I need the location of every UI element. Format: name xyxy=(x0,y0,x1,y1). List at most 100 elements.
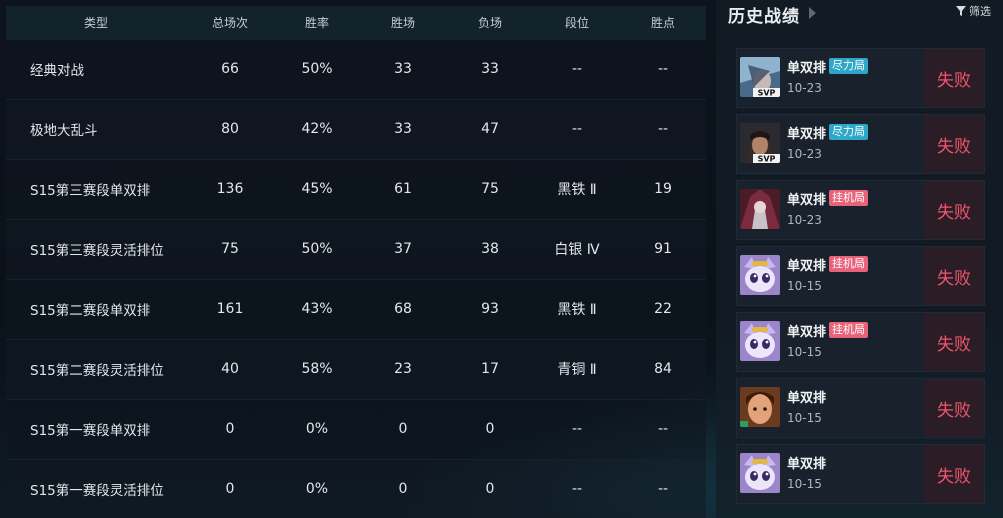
header-losses: 负场 xyxy=(477,15,502,30)
chevron-right-icon[interactable] xyxy=(809,7,816,19)
cell-type: S15第一赛段灵活排位 xyxy=(30,483,164,500)
cell-rank: -- xyxy=(571,481,583,498)
cell-wins: 0 xyxy=(398,481,408,498)
cell-total: 0 xyxy=(225,421,235,437)
cell-lp: 91 xyxy=(654,241,672,257)
header-rank: 段位 xyxy=(564,15,589,30)
match-history-panel: 历史战绩 筛选 SVP 单双排 尽力局 10-23 失败 SVP 单双排 尽力局 10-23 失… xyxy=(716,0,1003,518)
filter-button[interactable]: 筛选 xyxy=(956,3,991,19)
match-card[interactable]: 单双排 挂机局 10-15 失败 xyxy=(736,312,985,372)
match-card[interactable]: 单双排 挂机局 10-15 失败 xyxy=(736,246,985,306)
match-card[interactable]: 单双排 10-15 失败 xyxy=(736,378,985,438)
cell-lp: -- xyxy=(657,421,669,437)
champion-avatar xyxy=(740,255,780,295)
match-date: 10-15 xyxy=(787,477,822,491)
cell-rank: -- xyxy=(571,121,583,137)
cell-losses: 0 xyxy=(485,421,495,437)
cell-total: 75 xyxy=(221,241,239,257)
cell-losses: 0 xyxy=(485,481,495,498)
table-row: S15第一赛段灵活排位 0 0% 0 0 -- -- xyxy=(6,459,706,518)
cell-wins: 0 xyxy=(398,421,408,437)
cell-winrate: 43% xyxy=(301,301,333,317)
cell-wins: 61 xyxy=(394,181,412,197)
champion-avatar xyxy=(740,189,780,229)
cell-lp: 19 xyxy=(654,181,672,197)
cell-losses: 17 xyxy=(481,361,499,377)
cell-lp: -- xyxy=(657,61,669,77)
match-history-title: 历史战绩 xyxy=(728,7,800,27)
table-row: S15第二赛段单双排 161 43% 68 93 黑铁 Ⅱ 22 xyxy=(6,279,706,339)
cell-wins: 33 xyxy=(394,61,412,77)
cell-rank: -- xyxy=(571,61,583,77)
match-date: 10-23 xyxy=(787,81,822,95)
career-stats-page: 类型 总场次 胜率 胜场 负场 段位 胜点 经典对战 66 50% 33 33 -- -- 极… xyxy=(0,0,1003,518)
table-row: 极地大乱斗 80 42% 33 47 -- -- xyxy=(6,99,706,159)
cell-total: 66 xyxy=(221,61,239,77)
champion-avatar xyxy=(740,321,780,361)
match-mode: 单双排 xyxy=(787,127,827,142)
match-mode: 单双排 xyxy=(787,193,827,208)
svg-text:SVP: SVP xyxy=(758,89,776,98)
match-date: 10-15 xyxy=(787,411,822,425)
cell-wins: 68 xyxy=(394,301,412,317)
cell-type: S15第一赛段单双排 xyxy=(30,423,151,439)
cell-winrate: 50% xyxy=(301,61,333,77)
champion-avatar: SVP xyxy=(740,123,780,163)
header-total: 总场次 xyxy=(211,15,248,30)
cell-winrate: 0% xyxy=(305,481,329,498)
cell-total: 40 xyxy=(221,361,239,377)
match-result: 失败 xyxy=(924,313,984,371)
cell-losses: 38 xyxy=(481,241,499,257)
match-date: 10-15 xyxy=(787,279,822,293)
match-date: 10-23 xyxy=(787,213,822,227)
cell-winrate: 50% xyxy=(301,241,333,257)
filter-icon xyxy=(956,6,966,16)
match-result: 失败 xyxy=(924,49,984,107)
cell-type: S15第三赛段灵活排位 xyxy=(30,243,164,259)
table-row: 经典对战 66 50% 33 33 -- -- xyxy=(6,39,706,99)
cell-losses: 47 xyxy=(481,121,499,137)
cell-total: 161 xyxy=(216,301,244,317)
match-result: 失败 xyxy=(924,181,984,239)
cell-winrate: 45% xyxy=(301,181,333,197)
match-card[interactable]: SVP 单双排 尽力局 10-23 失败 xyxy=(736,48,985,108)
cell-total: 136 xyxy=(216,181,244,197)
champion-avatar xyxy=(740,453,780,493)
cell-type: S15第三赛段单双排 xyxy=(30,183,151,199)
cell-winrate: 58% xyxy=(301,361,333,377)
cell-losses: 75 xyxy=(481,181,499,197)
cell-rank: -- xyxy=(571,421,583,437)
cell-wins: 33 xyxy=(394,121,412,137)
cell-winrate: 42% xyxy=(301,121,333,137)
match-card[interactable]: 单双排 10-15 失败 xyxy=(736,444,985,504)
match-mode: 单双排 xyxy=(787,61,827,76)
match-mode: 单双排 xyxy=(787,325,827,340)
cell-total: 0 xyxy=(225,481,235,498)
match-mode: 单双排 xyxy=(787,457,827,472)
match-result: 失败 xyxy=(924,115,984,173)
cell-lp: -- xyxy=(657,121,669,137)
header-winrate: 胜率 xyxy=(304,15,329,30)
cell-rank: 青铜 Ⅱ xyxy=(557,362,597,378)
match-result: 失败 xyxy=(924,379,984,437)
cell-wins: 37 xyxy=(394,241,412,257)
match-result: 失败 xyxy=(924,445,984,503)
table-row: S15第三赛段灵活排位 75 50% 37 38 白银 Ⅳ 91 xyxy=(6,219,706,279)
cell-rank: 白银 Ⅳ xyxy=(554,242,600,258)
cell-lp: 84 xyxy=(654,361,672,377)
cell-type: S15第二赛段单双排 xyxy=(30,303,151,319)
match-tag-badge: 挂机局 xyxy=(829,256,868,272)
header-type: 类型 xyxy=(83,15,108,30)
match-mode: 单双排 xyxy=(787,391,827,406)
match-card[interactable]: SVP 单双排 尽力局 10-23 失败 xyxy=(736,114,985,174)
match-result: 失败 xyxy=(924,247,984,305)
table-header-row: 类型 总场次 胜率 胜场 负场 段位 胜点 xyxy=(6,6,706,39)
match-date: 10-23 xyxy=(787,147,822,161)
match-mode: 单双排 xyxy=(787,259,827,274)
header-wins: 胜场 xyxy=(390,15,415,30)
cell-type: 极地大乱斗 xyxy=(30,123,98,139)
cell-total: 80 xyxy=(221,121,239,137)
match-card[interactable]: 单双排 挂机局 10-23 失败 xyxy=(736,180,985,240)
table-row: S15第一赛段单双排 0 0% 0 0 -- -- xyxy=(6,399,706,459)
match-date: 10-15 xyxy=(787,345,822,359)
